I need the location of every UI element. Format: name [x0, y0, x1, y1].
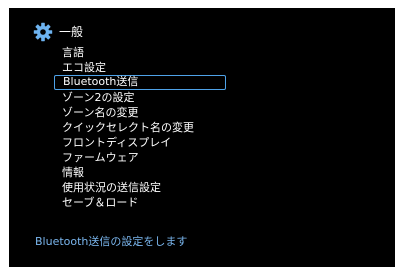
menu-item-language[interactable]: 言語	[54, 45, 226, 60]
menu-item-zone2-settings[interactable]: ゾーン2の設定	[54, 90, 226, 105]
menu-item-information[interactable]: 情報	[54, 165, 226, 180]
setup-screen: 一般 言語 エコ設定 Bluetooth送信 ゾーン2の設定 ゾーン名の変更 ク…	[9, 8, 395, 267]
status-message: Bluetooth送信の設定をします	[35, 235, 188, 248]
menu-item-rename-zone[interactable]: ゾーン名の変更	[54, 105, 226, 120]
menu-item-front-display[interactable]: フロントディスプレイ	[54, 135, 226, 150]
menu-item-rename-quick-select[interactable]: クイックセレクト名の変更	[54, 120, 226, 135]
gear-icon	[33, 22, 53, 42]
menu-item-usage-data-settings[interactable]: 使用状況の送信設定	[54, 180, 226, 195]
page-title: 一般	[59, 25, 84, 39]
page-frame: 一般 言語 エコ設定 Bluetooth送信 ゾーン2の設定 ゾーン名の変更 ク…	[0, 0, 405, 275]
menu-header: 一般	[33, 21, 83, 43]
menu-item-bluetooth-transmit[interactable]: Bluetooth送信	[54, 75, 226, 90]
settings-menu: 言語 エコ設定 Bluetooth送信 ゾーン2の設定 ゾーン名の変更 クイック…	[54, 45, 226, 210]
menu-item-eco-settings[interactable]: エコ設定	[54, 60, 226, 75]
menu-item-save-load[interactable]: セーブ＆ロード	[54, 195, 226, 210]
menu-item-firmware[interactable]: ファームウェア	[54, 150, 226, 165]
